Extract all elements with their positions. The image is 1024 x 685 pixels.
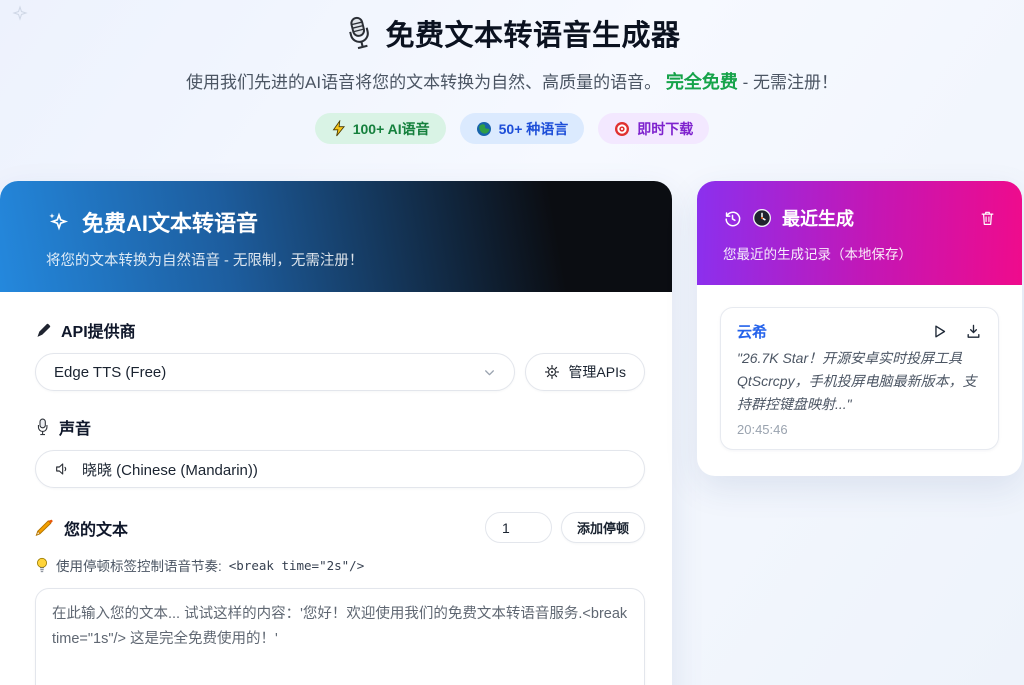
sparkles-icon — [46, 210, 70, 234]
your-text-label: 您的文本 — [35, 516, 128, 540]
speaker-icon — [54, 461, 70, 477]
pause-duration-input[interactable] — [485, 512, 552, 543]
feature-badges: 100+ AI语音 50+ 种语言 即时下载 — [0, 113, 1024, 144]
api-provider-select[interactable]: Edge TTS (Free) — [35, 353, 515, 391]
generator-title: 免费AI文本转语音 — [46, 206, 646, 238]
add-pause-button[interactable]: 添加停顿 — [561, 512, 645, 543]
decor-sparkle-icon — [12, 5, 28, 21]
voice-section: 声音 晓晓 (Chinese (Mandarin)) — [35, 415, 645, 488]
text-input[interactable] — [35, 588, 645, 685]
writing-hand-icon — [35, 519, 55, 537]
recent-title: 最近生成 — [723, 205, 854, 231]
recent-subtitle: 您最近的生成记录（本地保存） — [723, 243, 998, 263]
target-icon — [614, 121, 630, 137]
history-voice-name: 云希 — [737, 321, 767, 342]
clock-icon — [752, 208, 772, 228]
free-highlight: 完全免费 — [666, 72, 738, 92]
history-item-text: "26.7K Star！开源安卓实时投屏工具 QtScrcpy，手机投屏电脑最新… — [737, 347, 982, 416]
badge-ai-voices: 100+ AI语音 — [315, 113, 446, 144]
main-content: 免费AI文本转语音 将您的文本转换为自然语音 - 无限制，无需注册！ API提供… — [0, 181, 1024, 685]
chevron-down-icon — [483, 366, 496, 379]
generator-header: 免费AI文本转语音 将您的文本转换为自然语音 - 无限制，无需注册！ — [0, 181, 672, 292]
download-button[interactable] — [965, 323, 982, 340]
history-item[interactable]: 云希 "26.7K Star！开源安卓实时投屏工具 QtScrcpy，手机投屏电… — [720, 307, 999, 450]
play-button[interactable] — [931, 323, 948, 340]
trash-icon — [979, 209, 996, 227]
history-item-time: 20:45:46 — [737, 422, 982, 437]
api-provider-section: API提供商 Edge TTS (Free) 管理APIs — [35, 318, 645, 391]
play-icon — [931, 323, 948, 340]
voice-select[interactable]: 晓晓 (Chinese (Mandarin)) — [35, 450, 645, 488]
generator-body: API提供商 Edge TTS (Free) 管理APIs 声音 — [0, 292, 672, 685]
lightbulb-icon — [35, 557, 49, 574]
lightning-icon — [331, 120, 346, 137]
text-section: 您的文本 添加停顿 使用停顿标签控制语音节奏: <break time="2s"… — [35, 512, 645, 685]
api-provider-label: API提供商 — [35, 318, 645, 342]
microphone-icon — [343, 16, 373, 50]
page-header: 免费文本转语音生成器 使用我们先进的AI语音将您的文本转换为自然、高质量的语音。… — [0, 0, 1024, 144]
generator-subtitle: 将您的文本转换为自然语音 - 无限制，无需注册！ — [46, 249, 646, 270]
page-title-text: 免费文本转语音生成器 — [385, 12, 680, 54]
download-icon — [965, 323, 982, 340]
pen-icon — [35, 322, 52, 339]
page-subtitle: 使用我们先进的AI语音将您的文本转换为自然、高质量的语音。 完全免费 - 无需注… — [0, 68, 1024, 94]
history-icon — [723, 209, 742, 228]
badge-instant-download: 即时下载 — [598, 113, 709, 144]
pause-controls: 添加停顿 — [485, 512, 645, 543]
recent-header: 最近生成 您最近的生成记录（本地保存） — [697, 181, 1022, 285]
gear-icon — [544, 364, 560, 380]
break-tag-example: <break time="2s"/> — [229, 558, 364, 573]
voice-label: 声音 — [35, 415, 645, 439]
tts-generator-card: 免费AI文本转语音 将您的文本转换为自然语音 - 无限制，无需注册！ API提供… — [0, 181, 672, 685]
manage-apis-button[interactable]: 管理APIs — [525, 353, 645, 391]
page-title: 免费文本转语音生成器 — [0, 12, 1024, 54]
recent-list: 云希 "26.7K Star！开源安卓实时投屏工具 QtScrcpy，手机投屏电… — [697, 285, 1022, 476]
pause-tip: 使用停顿标签控制语音节奏: <break time="2s"/> — [35, 555, 645, 575]
clear-history-button[interactable] — [977, 207, 998, 229]
globe-icon — [476, 121, 492, 137]
mic-small-icon — [35, 418, 50, 437]
recent-generations-card: 最近生成 您最近的生成记录（本地保存） 云希 — [697, 181, 1022, 476]
badge-languages: 50+ 种语言 — [460, 113, 585, 144]
